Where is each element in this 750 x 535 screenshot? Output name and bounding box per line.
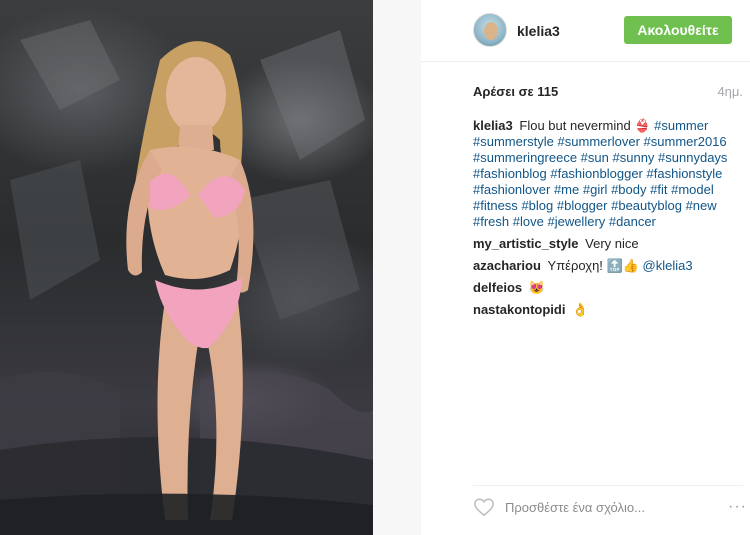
post-header: klelia3 Ακολουθείτε [421,0,750,62]
username[interactable]: klelia3 [517,23,560,39]
comment-text: 😻 [528,280,545,295]
caption-hashtags: #summer #summerstyle #summerlover #summe… [473,118,727,229]
hashtag-link[interactable]: #fit [650,182,667,197]
hashtag-link[interactable]: #summer2016 [644,134,727,149]
comment-author[interactable]: nastakontopidi [473,302,565,317]
hashtag-link[interactable]: #love [513,214,544,229]
hashtag-link[interactable]: #summeringreece [473,150,577,165]
comment-item: delfeios 😻 [473,280,745,296]
avatar[interactable] [473,13,507,47]
hashtag-link[interactable]: #dancer [609,214,656,229]
hashtag-link[interactable]: #sunnydays [658,150,727,165]
hashtag-link[interactable]: #summerlover [558,134,640,149]
following-button[interactable]: Ακολουθείτε [624,16,732,44]
hashtag-link[interactable]: #girl [583,182,608,197]
caption-author[interactable]: klelia3 [473,118,513,133]
caption: klelia3 Flou but nevermind 👙 #summer #su… [473,118,745,230]
hashtag-link[interactable]: #fashionblog [473,166,547,181]
comment-text: Υπέροχη! 🔝👍 [547,258,639,273]
comment-author[interactable]: my_artistic_style [473,236,579,251]
comments-list: klelia3 Flou but nevermind 👙 #summer #su… [473,118,745,324]
likes-row: Αρέσει σε 115 4ημ. [473,84,743,102]
hashtag-link[interactable]: #body [611,182,646,197]
hashtag-link[interactable]: #fitness [473,198,518,213]
hashtag-link[interactable]: #sunny [613,150,655,165]
post-time[interactable]: 4ημ. [717,84,743,99]
hashtag-link[interactable]: #new [686,198,717,213]
hashtag-link[interactable]: #me [554,182,579,197]
post-photo-illustration [0,20,373,535]
comment-text: Very nice [585,236,639,251]
hashtag-link[interactable]: #summerstyle [473,134,554,149]
hashtag-link[interactable]: #blog [521,198,553,213]
comment-author[interactable]: azachariou [473,258,541,273]
post-footer: ··· [473,485,746,525]
post-photo[interactable] [0,0,373,535]
comment-item: nastakontopidi 👌 [473,302,745,318]
hashtag-link[interactable]: #blogger [557,198,608,213]
comment-input[interactable] [505,498,705,516]
likes-count[interactable]: Αρέσει σε 115 [473,84,558,99]
comment-mention[interactable]: @klelia3 [643,258,693,273]
hashtag-link[interactable]: #beautyblog [611,198,682,213]
caption-text: Flou but nevermind 👙 [519,118,651,133]
post-details-panel: klelia3 Ακολουθείτε Αρέσει σε 115 4ημ. k… [421,0,750,535]
heart-outline-icon[interactable] [473,496,495,518]
hashtag-link[interactable]: #fresh [473,214,509,229]
hashtag-link[interactable]: #fashionblogger [550,166,643,181]
hashtag-link[interactable]: #jewellery [547,214,605,229]
comment-text: 👌 [572,302,589,317]
comment-author[interactable]: delfeios [473,280,522,295]
hashtag-link[interactable]: #fashionlover [473,182,550,197]
more-options-button[interactable]: ··· [728,498,747,516]
hashtag-link[interactable]: #fashionstyle [647,166,723,181]
gutter [373,0,421,535]
comment-item: my_artistic_style Very nice [473,236,745,252]
hashtag-link[interactable]: #sun [581,150,609,165]
hashtag-link[interactable]: #summer [654,118,708,133]
hashtag-link[interactable]: #model [671,182,714,197]
comment-item: azachariou Υπέροχη! 🔝👍 @klelia3 [473,258,745,274]
